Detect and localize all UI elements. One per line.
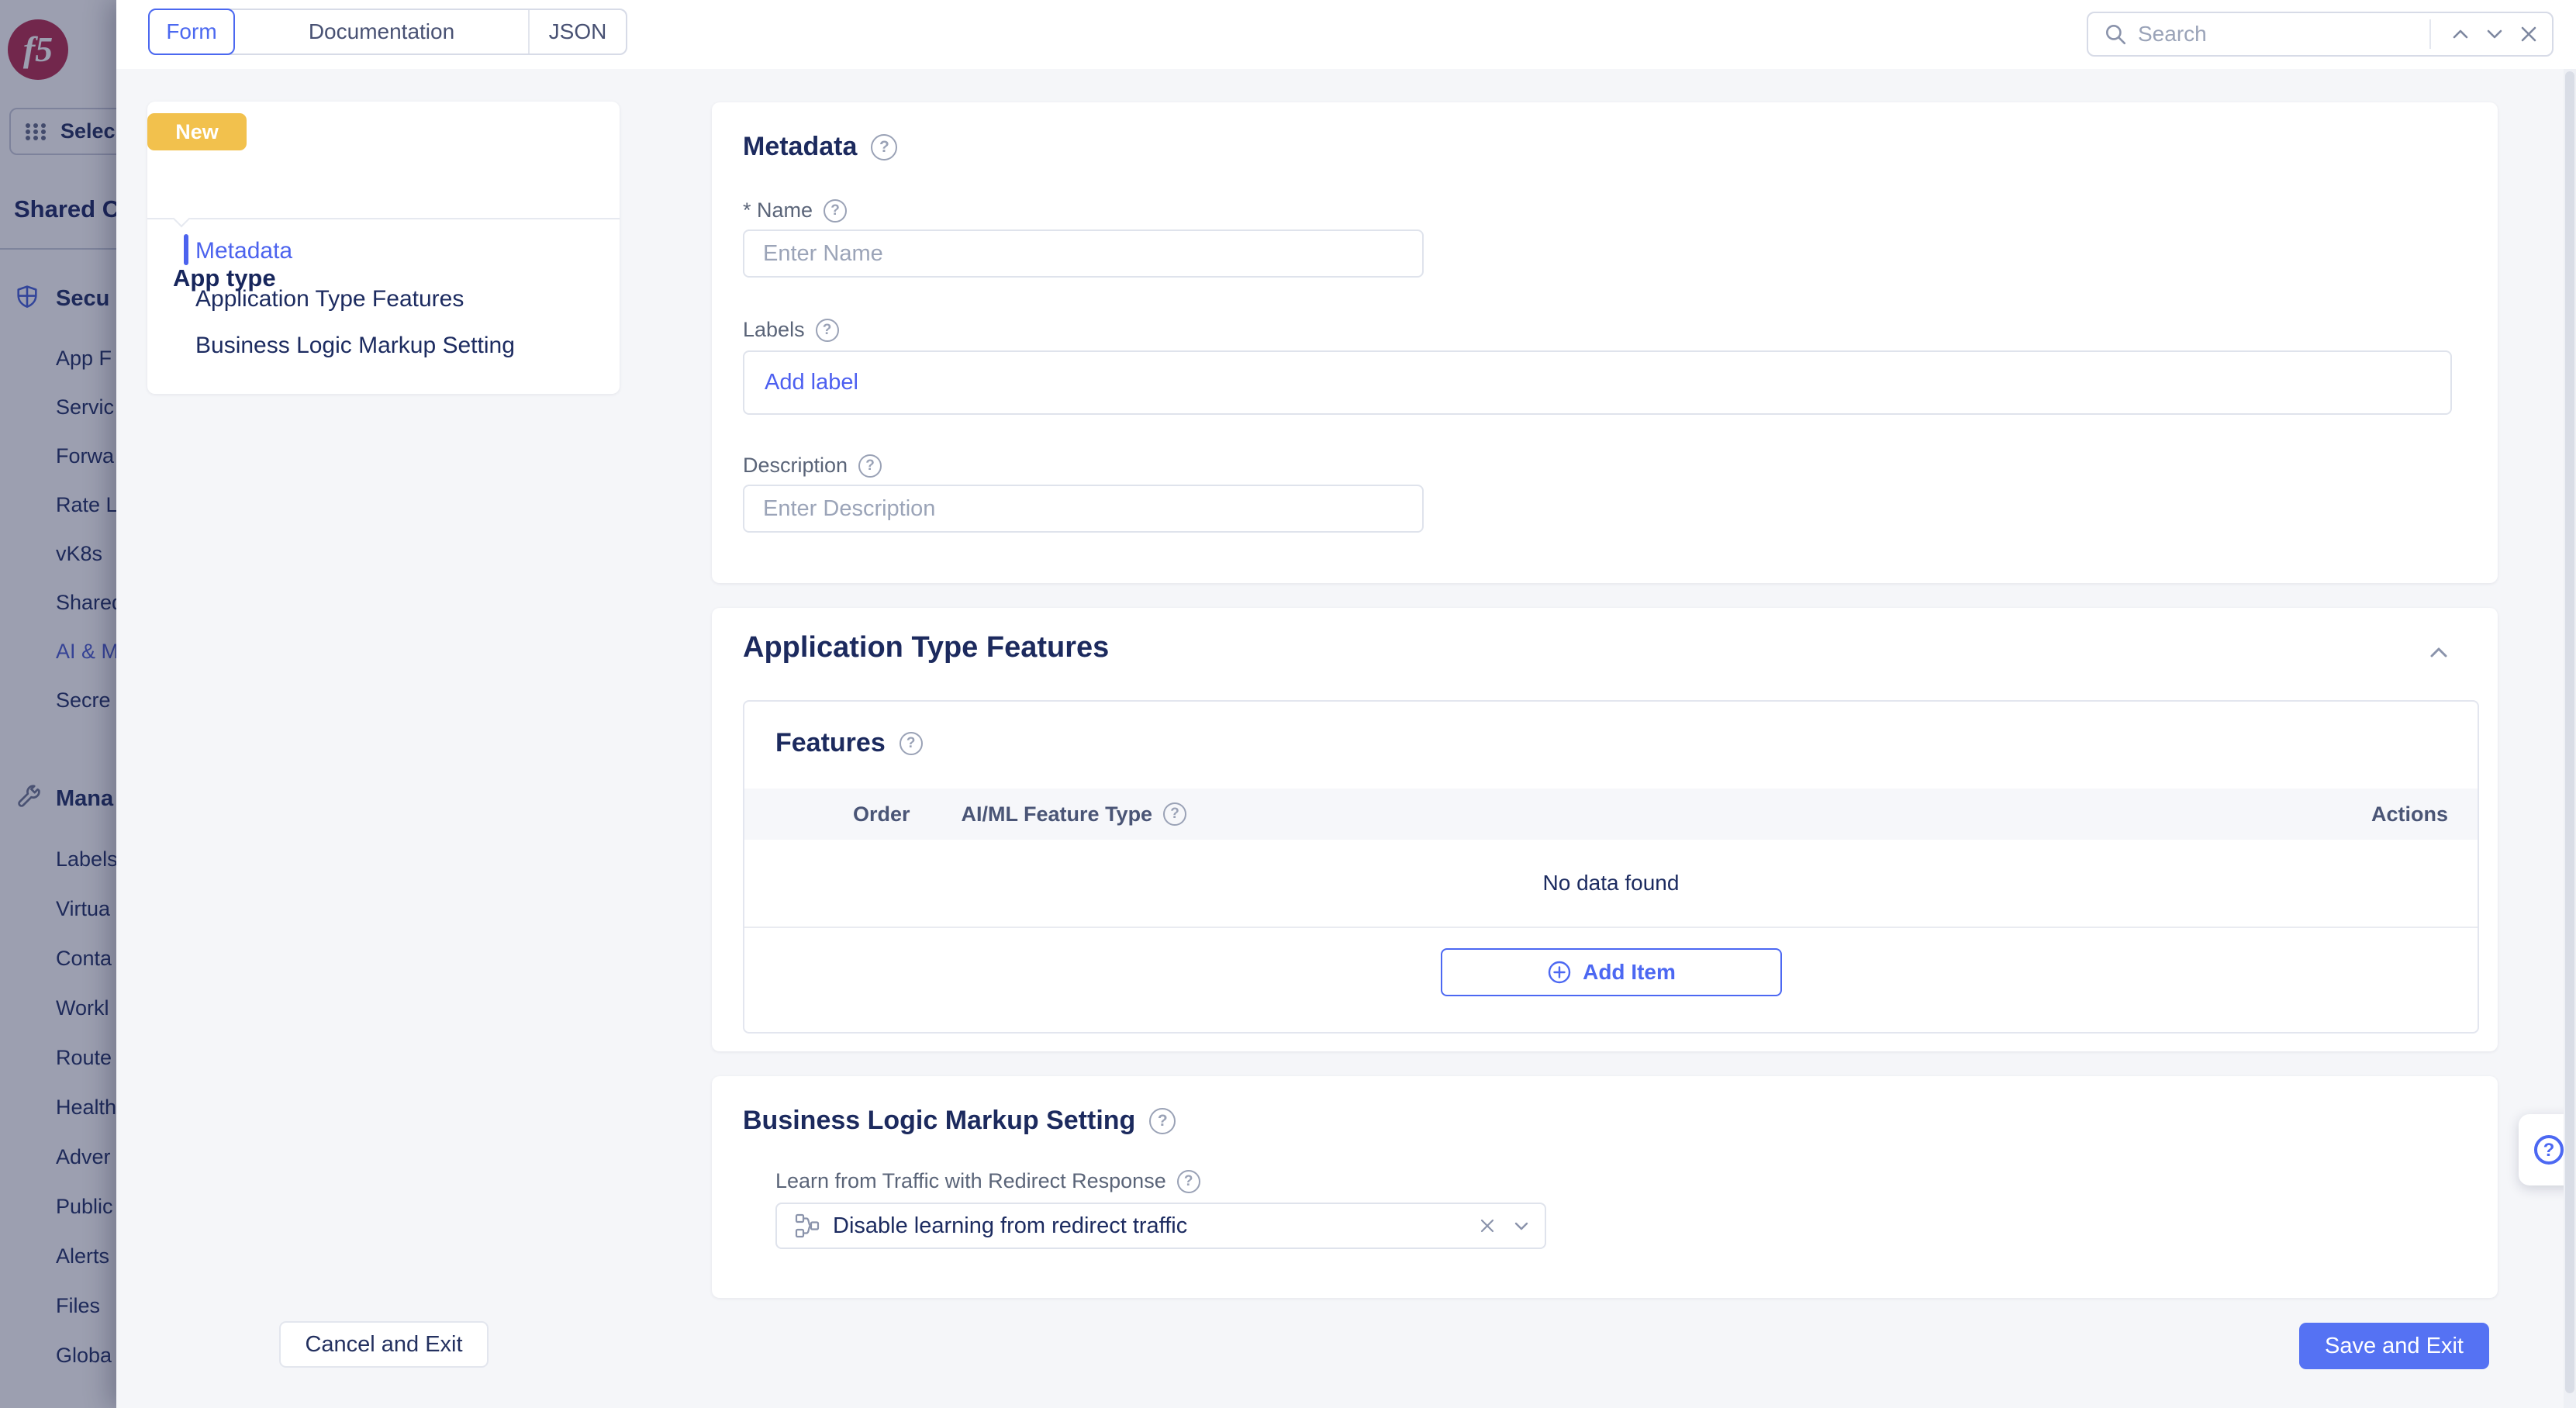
info-icon[interactable] — [1149, 1108, 1176, 1134]
description-input[interactable] — [743, 485, 1424, 533]
selected-option-text: Disable learning from redirect traffic — [833, 1213, 1187, 1239]
nav-item-metadata[interactable]: Metadata — [195, 238, 292, 264]
name-input[interactable] — [743, 229, 1424, 278]
labels-field: Add label — [743, 350, 2452, 415]
info-icon[interactable] — [871, 134, 897, 160]
labels-field-label: Labels — [743, 318, 805, 342]
column-actions: Actions — [2371, 802, 2448, 827]
info-icon[interactable] — [816, 319, 839, 342]
sidebar-item-public[interactable]: Public — [56, 1194, 113, 1219]
features-title: Features — [775, 728, 886, 758]
sidebar-item-workl[interactable]: Workl — [56, 996, 109, 1020]
close-icon — [2519, 24, 2539, 44]
chevron-up-icon — [2450, 23, 2471, 45]
tab-json[interactable]: JSON — [528, 10, 626, 53]
sidebar-item-forwa[interactable]: Forwa — [56, 443, 114, 468]
sidebar-section-manage[interactable]: Mana — [56, 786, 113, 811]
view-tabs: Documentation JSON Form — [148, 9, 627, 55]
magnifier-icon — [2104, 22, 2127, 46]
description-field-label: Description — [743, 454, 848, 478]
chevron-down-icon — [2484, 23, 2505, 45]
add-label-button[interactable]: Add label — [765, 370, 858, 395]
info-icon[interactable] — [1163, 802, 1186, 826]
sidebar-item-route[interactable]: Route — [56, 1045, 112, 1070]
sidebar-item-virtua[interactable]: Virtua — [56, 896, 110, 921]
no-data-text: No data found — [1543, 871, 1680, 896]
metadata-section-title: Metadata — [743, 132, 857, 162]
workspace-title: Shared C — [14, 195, 116, 223]
divider — [147, 218, 620, 219]
select-label: Selec — [60, 119, 116, 143]
application-type-features-section: Application Type Features Features Order… — [712, 608, 2498, 1051]
sidebar-item-app-f[interactable]: App F — [56, 346, 112, 371]
screen: f5 Selec Shared C Secu App F Servic Forw… — [0, 0, 2576, 1408]
sidebar-item-shared[interactable]: Shared — [56, 590, 116, 615]
divider — [0, 248, 116, 250]
collapse-section-button[interactable] — [2423, 637, 2454, 668]
active-item-indicator — [184, 234, 188, 265]
add-item-label: Add Item — [1583, 960, 1676, 985]
tab-form[interactable]: Form — [148, 9, 235, 55]
sidebar-item-servic[interactable]: Servic — [56, 395, 114, 419]
chevron-up-icon — [2428, 642, 2450, 664]
chevron-down-icon[interactable] — [1512, 1216, 1531, 1235]
nav-item-application-type-features[interactable]: Application Type Features — [195, 286, 464, 312]
form-nav-card: New App type Metadata Application Type F… — [147, 102, 620, 394]
business-logic-markup-section: Business Logic Markup Setting Learn from… — [712, 1076, 2498, 1298]
sidebar-item-labels[interactable]: Labels — [56, 847, 116, 871]
search-input[interactable] — [2138, 22, 2423, 47]
namespace-select-button[interactable]: Selec — [9, 108, 116, 155]
clear-icon[interactable] — [1478, 1216, 1497, 1235]
redirect-response-select[interactable]: Disable learning from redirect traffic — [775, 1203, 1546, 1249]
nav-item-business-logic-markup-setting[interactable]: Business Logic Markup Setting — [195, 333, 515, 359]
plus-circle-icon — [1547, 960, 1572, 985]
grid-icon — [23, 119, 48, 144]
sidebar-item-alerts[interactable]: Alerts — [56, 1244, 109, 1268]
background-page: f5 Selec Shared C Secu App F Servic Forw… — [0, 0, 116, 1408]
workflow-icon — [794, 1213, 820, 1239]
search-bar — [2087, 12, 2554, 57]
sidebar-section-security[interactable]: Secu — [56, 286, 109, 311]
business-logic-title: Business Logic Markup Setting — [743, 1106, 1135, 1136]
search-prev-button[interactable] — [2443, 17, 2478, 51]
sidebar-item-conta[interactable]: Conta — [56, 946, 112, 971]
sidebar-item-adver[interactable]: Adver — [56, 1144, 111, 1169]
f5-logo: f5 — [8, 19, 68, 80]
search-next-button[interactable] — [2478, 17, 2512, 51]
application-type-features-title: Application Type Features — [743, 631, 1109, 664]
new-badge: New — [147, 113, 247, 150]
question-circle-icon — [2534, 1135, 2564, 1165]
table-empty-row: No data found — [744, 840, 2478, 928]
wrench-icon — [14, 783, 42, 811]
table-header-row: Order AI/ML Feature Type Actions — [744, 789, 2478, 840]
info-icon[interactable] — [900, 732, 923, 755]
save-and-exit-button[interactable]: Save and Exit — [2299, 1323, 2489, 1369]
tab-documentation[interactable]: Documentation — [235, 10, 528, 53]
shield-icon — [14, 284, 40, 310]
info-icon[interactable] — [1177, 1170, 1200, 1193]
name-field-label: * Name — [743, 198, 813, 223]
divider — [2429, 19, 2431, 49]
sidebar-item-files[interactable]: Files — [56, 1293, 100, 1318]
sidebar-item-secre[interactable]: Secre — [56, 688, 111, 713]
info-icon[interactable] — [858, 454, 882, 478]
redirect-response-label: Learn from Traffic with Redirect Respons… — [775, 1169, 1166, 1193]
column-order: Order — [853, 802, 910, 827]
features-table-card: Features Order AI/ML Feature Type Action… — [743, 700, 2479, 1034]
column-feature-type: AI/ML Feature Type — [962, 802, 1153, 827]
sidebar-item-globa[interactable]: Globa — [56, 1343, 112, 1368]
sidebar-item-health[interactable]: Health — [56, 1095, 116, 1120]
sidebar-item-vk8s[interactable]: vK8s — [56, 541, 102, 566]
sidebar-item-ai-ml[interactable]: AI & M — [56, 639, 116, 664]
scrollbar-thumb[interactable] — [2565, 71, 2574, 1393]
info-icon[interactable] — [824, 199, 847, 223]
collapse-notch-icon[interactable] — [173, 210, 191, 228]
search-close-button[interactable] — [2512, 17, 2546, 51]
sidebar-item-rate-l[interactable]: Rate L — [56, 492, 116, 517]
metadata-section: Metadata * Name Labels Add label Descrip… — [712, 102, 2498, 583]
add-item-button[interactable]: Add Item — [1441, 948, 1782, 996]
cancel-and-exit-button[interactable]: Cancel and Exit — [279, 1321, 489, 1368]
